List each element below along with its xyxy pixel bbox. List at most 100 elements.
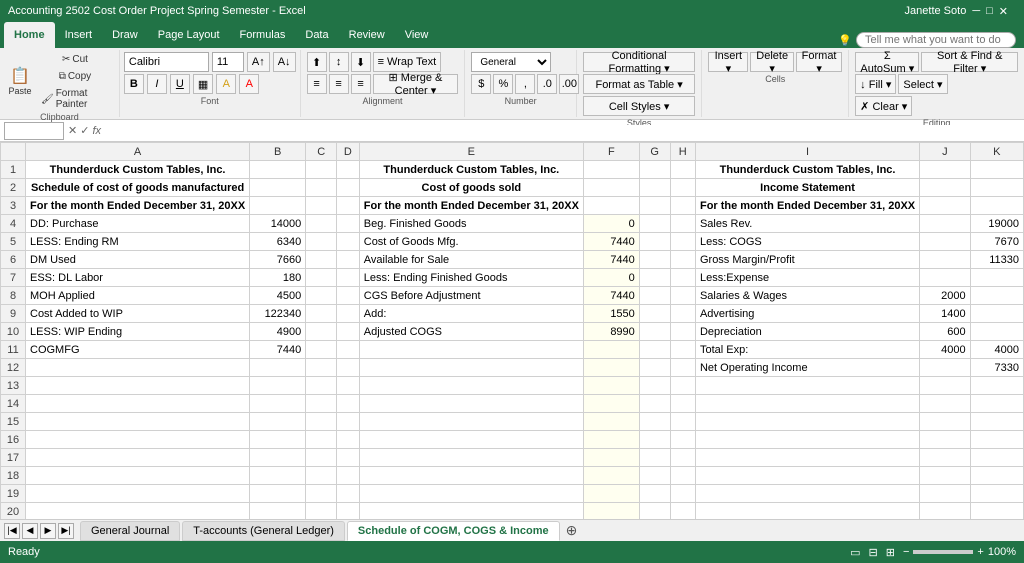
tab-view[interactable]: View (395, 22, 439, 48)
cell-A14[interactable] (26, 395, 250, 413)
sheet-tab-general-journal[interactable]: General Journal (80, 521, 180, 541)
name-box[interactable] (4, 122, 64, 140)
cell-I6[interactable]: Gross Margin/Profit (695, 251, 919, 269)
cell-A10[interactable]: LESS: WIP Ending (26, 323, 250, 341)
cell-B7[interactable]: 180 (250, 269, 306, 287)
cell-C1[interactable] (306, 161, 337, 179)
col-header-k[interactable]: K (970, 143, 1023, 161)
cell-K8[interactable] (970, 287, 1023, 305)
cell-E13[interactable] (359, 377, 583, 395)
cell-B5[interactable]: 6340 (250, 233, 306, 251)
zoom-slider[interactable] (913, 550, 973, 554)
cell-F11[interactable] (583, 341, 639, 359)
table-row[interactable]: 7ESS: DL Labor180Less: Ending Finished G… (1, 269, 1024, 287)
cell-G4[interactable] (639, 215, 670, 233)
cell-E7[interactable]: Less: Ending Finished Goods (359, 269, 583, 287)
cell-H11[interactable] (670, 341, 695, 359)
cell-F20[interactable] (583, 503, 639, 520)
cell-B10[interactable]: 4900 (250, 323, 306, 341)
cell-K5[interactable]: 7670 (970, 233, 1023, 251)
col-header-h[interactable]: H (670, 143, 695, 161)
cell-K19[interactable] (970, 485, 1023, 503)
table-row[interactable]: 11COGMFG7440Total Exp:40004000 (1, 341, 1024, 359)
font-shrink-button[interactable]: A↓ (273, 52, 296, 72)
cell-K1[interactable] (970, 161, 1023, 179)
cell-H1[interactable] (670, 161, 695, 179)
cell-I20[interactable] (695, 503, 919, 520)
cell-C10[interactable] (306, 323, 337, 341)
cell-J15[interactable] (920, 413, 970, 431)
col-header-d[interactable]: D (337, 143, 360, 161)
cell-J20[interactable] (920, 503, 970, 520)
cell-K13[interactable] (970, 377, 1023, 395)
confirm-formula-icon[interactable]: ✓ (80, 124, 89, 137)
cell-I14[interactable] (695, 395, 919, 413)
view-layout-icon[interactable]: ⊟ (869, 546, 878, 559)
cell-F14[interactable] (583, 395, 639, 413)
cell-C20[interactable] (306, 503, 337, 520)
cell-B18[interactable] (250, 467, 306, 485)
cell-H15[interactable] (670, 413, 695, 431)
cell-B15[interactable] (250, 413, 306, 431)
cell-J4[interactable] (920, 215, 970, 233)
italic-button[interactable]: I (147, 74, 167, 94)
cell-K9[interactable] (970, 305, 1023, 323)
table-row[interactable]: 16 (1, 431, 1024, 449)
cell-G18[interactable] (639, 467, 670, 485)
cell-D15[interactable] (337, 413, 360, 431)
cell-B14[interactable] (250, 395, 306, 413)
cell-E5[interactable]: Cost of Goods Mfg. (359, 233, 583, 251)
table-row[interactable]: 10LESS: WIP Ending4900Adjusted COGS8990D… (1, 323, 1024, 341)
cell-A6[interactable]: DM Used (26, 251, 250, 269)
merge-center-button[interactable]: ⊞ Merge & Center ▾ (373, 74, 459, 94)
cell-H20[interactable] (670, 503, 695, 520)
cell-J3[interactable] (920, 197, 970, 215)
align-right-button[interactable]: ≡ (351, 74, 371, 94)
cell-H6[interactable] (670, 251, 695, 269)
table-row[interactable]: 20 (1, 503, 1024, 520)
cell-J1[interactable] (920, 161, 970, 179)
cell-G10[interactable] (639, 323, 670, 341)
cell-E1[interactable]: Thunderduck Custom Tables, Inc. (359, 161, 583, 179)
cell-H4[interactable] (670, 215, 695, 233)
view-pagebreak-icon[interactable]: ⊞ (886, 546, 895, 559)
cell-C13[interactable] (306, 377, 337, 395)
table-row[interactable]: 17 (1, 449, 1024, 467)
cell-G6[interactable] (639, 251, 670, 269)
cell-F3[interactable] (583, 197, 639, 215)
cell-B12[interactable] (250, 359, 306, 377)
cell-I17[interactable] (695, 449, 919, 467)
cell-F16[interactable] (583, 431, 639, 449)
percent-button[interactable]: % (493, 74, 513, 94)
cell-E20[interactable] (359, 503, 583, 520)
bold-button[interactable]: B (124, 74, 144, 94)
cell-E18[interactable] (359, 467, 583, 485)
tell-me-input[interactable] (856, 32, 1016, 48)
cell-G5[interactable] (639, 233, 670, 251)
cell-E8[interactable]: CGS Before Adjustment (359, 287, 583, 305)
cell-J5[interactable] (920, 233, 970, 251)
cell-J10[interactable]: 600 (920, 323, 970, 341)
window-controls[interactable]: ─ □ ✕ (972, 5, 1008, 18)
cell-D19[interactable] (337, 485, 360, 503)
cell-F1[interactable] (583, 161, 639, 179)
cell-J9[interactable]: 1400 (920, 305, 970, 323)
cell-A4[interactable]: DD: Purchase (26, 215, 250, 233)
cell-H3[interactable] (670, 197, 695, 215)
cell-A13[interactable] (26, 377, 250, 395)
cell-A3[interactable]: For the month Ended December 31, 20XX (26, 197, 250, 215)
fill-color-button[interactable]: A (216, 74, 236, 94)
cell-E9[interactable]: Add: (359, 305, 583, 323)
col-header-g[interactable]: G (639, 143, 670, 161)
cell-G1[interactable] (639, 161, 670, 179)
cell-B4[interactable]: 14000 (250, 215, 306, 233)
cell-D9[interactable] (337, 305, 360, 323)
cell-H12[interactable] (670, 359, 695, 377)
paste-button[interactable]: 📋 Paste (6, 67, 34, 98)
add-sheet-button[interactable]: ⊕ (566, 522, 578, 539)
cell-B3[interactable] (250, 197, 306, 215)
cell-A12[interactable] (26, 359, 250, 377)
cell-G20[interactable] (639, 503, 670, 520)
table-row[interactable]: 14 (1, 395, 1024, 413)
copy-button[interactable]: ⧉ Copy (37, 69, 113, 84)
